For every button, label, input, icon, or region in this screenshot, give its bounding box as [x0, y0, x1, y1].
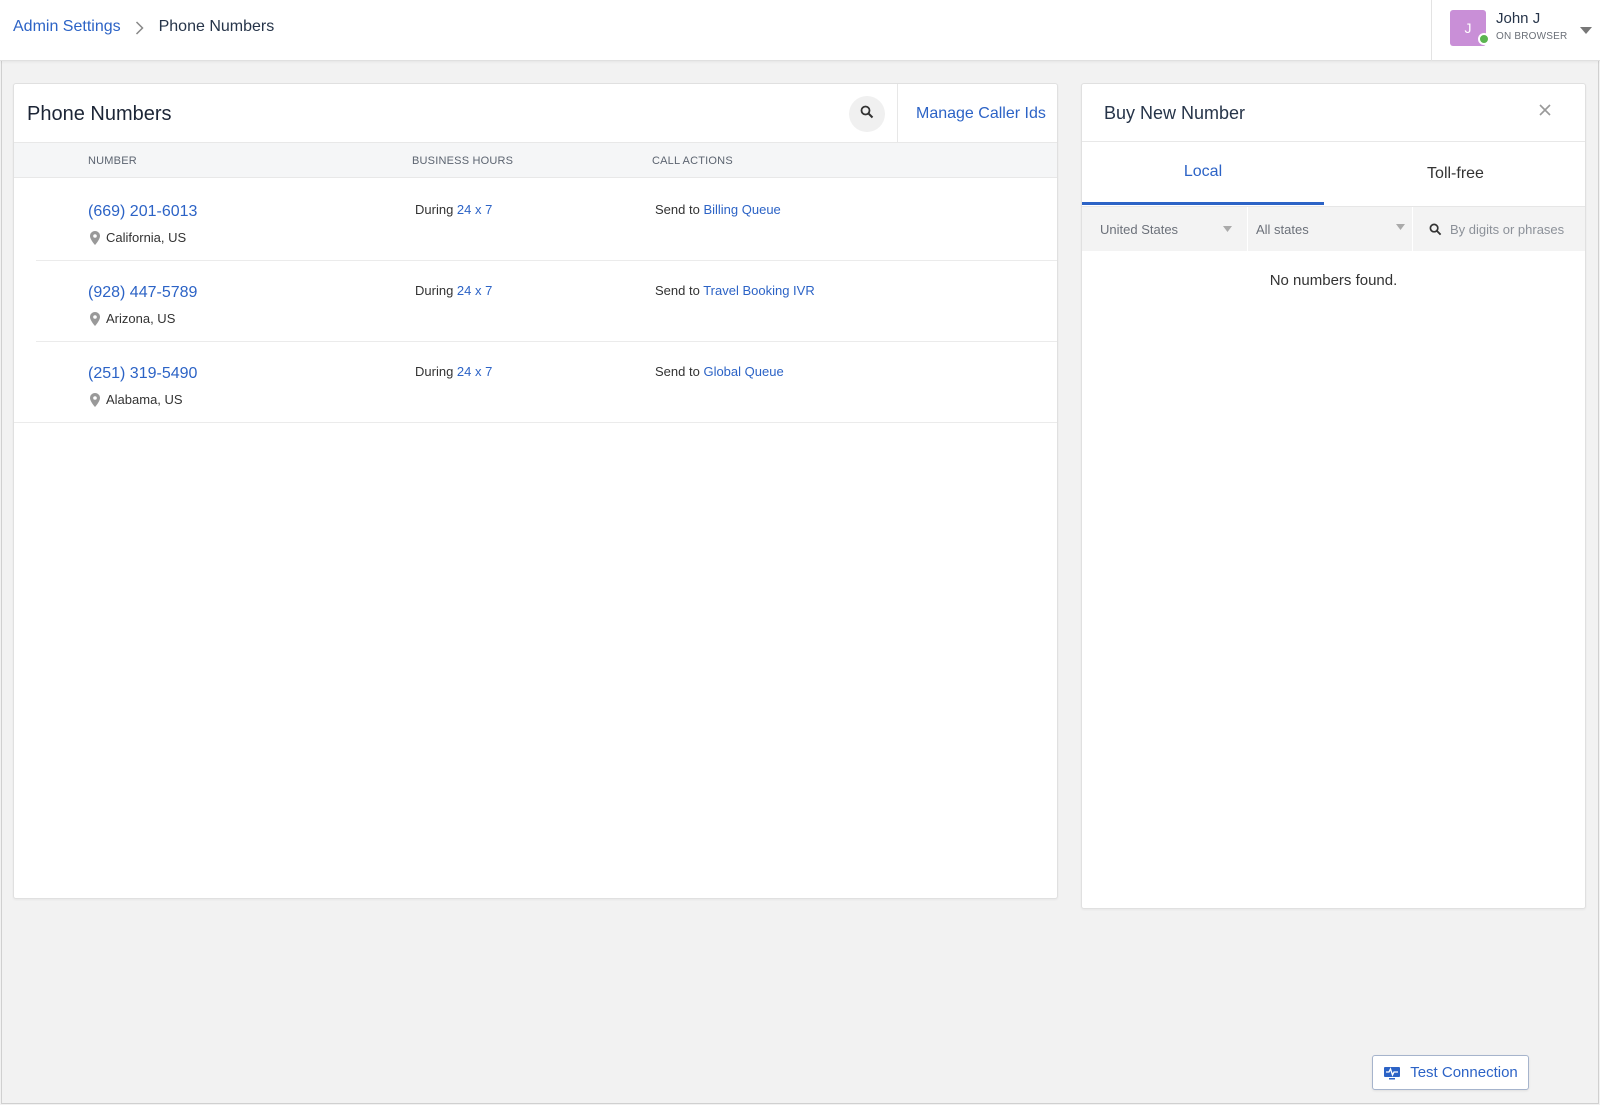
location-pin-icon [90, 392, 100, 407]
location: Arizona, US [90, 311, 175, 326]
column-header-business-hours: BUSINESS HOURS [412, 155, 514, 167]
chevron-right-icon [135, 20, 145, 35]
user-status: ON BROWSER [1496, 31, 1568, 42]
table-header: NUMBER BUSINESS HOURS CALL ACTIONS [14, 142, 1057, 178]
table-row: (928) 447-5789 Arizona, US During 24 x 7… [14, 260, 1057, 342]
state-select-value: All states [1256, 222, 1309, 237]
column-header-number: NUMBER [88, 155, 137, 167]
table-row: (669) 201-6013 California, US During 24 … [14, 179, 1057, 261]
breadcrumb: Admin Settings Phone Numbers [13, 18, 274, 36]
country-select[interactable]: United States [1082, 207, 1247, 252]
search-button[interactable] [849, 96, 885, 132]
test-connection-label: Test Connection [1410, 1064, 1518, 1081]
caret-down-icon [1223, 226, 1232, 232]
call-action: Send to Travel Booking IVR [655, 283, 815, 298]
user-name: John J [1496, 10, 1541, 27]
action-prefix: Send to [655, 283, 700, 298]
location-text: Alabama, US [106, 392, 183, 407]
location-text: Arizona, US [106, 311, 176, 326]
country-select-value: United States [1100, 222, 1179, 237]
page-title: Phone Numbers [27, 103, 172, 125]
connection-test-icon [1384, 1066, 1401, 1079]
user-menu[interactable]: J John J ON BROWSER [1431, 0, 1600, 61]
location-pin-icon [90, 311, 100, 326]
filter-bar: United States All states By digits or ph… [1082, 206, 1587, 252]
manage-caller-ids-link[interactable]: Manage Caller Ids [916, 105, 1046, 123]
call-action-target-link[interactable]: Billing Queue [703, 202, 780, 217]
empty-state-message: No numbers found. [1269, 272, 1398, 289]
breadcrumb-current: Phone Numbers [158, 18, 275, 35]
online-status-dot [1478, 33, 1490, 45]
call-action: Send to Billing Queue [655, 202, 781, 217]
hours-prefix: During [415, 202, 454, 217]
breadcrumb-admin-settings-link[interactable]: Admin Settings [13, 18, 121, 36]
divider [897, 84, 898, 142]
number-search-input[interactable]: By digits or phrases [1412, 207, 1587, 252]
action-prefix: Send to [655, 202, 700, 217]
search-icon [860, 105, 874, 124]
location-pin-icon [90, 230, 100, 245]
action-prefix: Send to [655, 364, 700, 379]
business-hours: During 24 x 7 [415, 364, 492, 379]
phone-number-link[interactable]: (928) 447-5789 [88, 284, 197, 302]
top-bar: Admin Settings Phone Numbers J John J ON… [0, 0, 1600, 61]
business-hours-link[interactable]: 24 x 7 [457, 364, 492, 379]
phone-numbers-panel: Phone Numbers Manage Caller Ids NUMBER B… [13, 83, 1058, 899]
tab-local[interactable]: Local [1082, 142, 1324, 205]
caret-down-icon [1396, 224, 1405, 230]
business-hours: During 24 x 7 [415, 202, 492, 217]
phone-number-link[interactable]: (251) 319-5490 [88, 365, 197, 383]
column-header-call-actions: CALL ACTIONS [652, 155, 733, 167]
search-icon [1429, 223, 1442, 236]
panel-header: Phone Numbers Manage Caller Ids [14, 84, 1057, 142]
location: California, US [90, 230, 186, 245]
close-icon[interactable] [1539, 103, 1551, 121]
table-row: (251) 319-5490 Alabama, US During 24 x 7… [14, 341, 1057, 423]
test-connection-button[interactable]: Test Connection [1372, 1055, 1529, 1090]
location-text: California, US [106, 230, 187, 245]
phone-number-link[interactable]: (669) 201-6013 [88, 203, 197, 221]
panel-title: Buy New Number [1104, 103, 1246, 123]
business-hours: During 24 x 7 [415, 283, 492, 298]
hours-prefix: During [415, 364, 454, 379]
business-hours-link[interactable]: 24 x 7 [457, 202, 492, 217]
hours-prefix: During [415, 283, 454, 298]
buy-new-number-panel: Buy New Number Local Toll-free United St… [1081, 83, 1586, 909]
caret-down-icon[interactable] [1580, 22, 1592, 40]
row-divider [14, 422, 1057, 423]
location: Alabama, US [90, 392, 183, 407]
business-hours-link[interactable]: 24 x 7 [457, 283, 492, 298]
call-action-target-link[interactable]: Global Queue [703, 364, 783, 379]
state-select[interactable]: All states [1248, 207, 1412, 252]
call-action-target-link[interactable]: Travel Booking IVR [703, 283, 815, 298]
tab-toll-free[interactable]: Toll-free [1324, 142, 1587, 205]
call-action: Send to Global Queue [655, 364, 784, 379]
number-type-tabs: Local Toll-free [1082, 142, 1585, 205]
search-placeholder: By digits or phrases [1450, 222, 1565, 237]
